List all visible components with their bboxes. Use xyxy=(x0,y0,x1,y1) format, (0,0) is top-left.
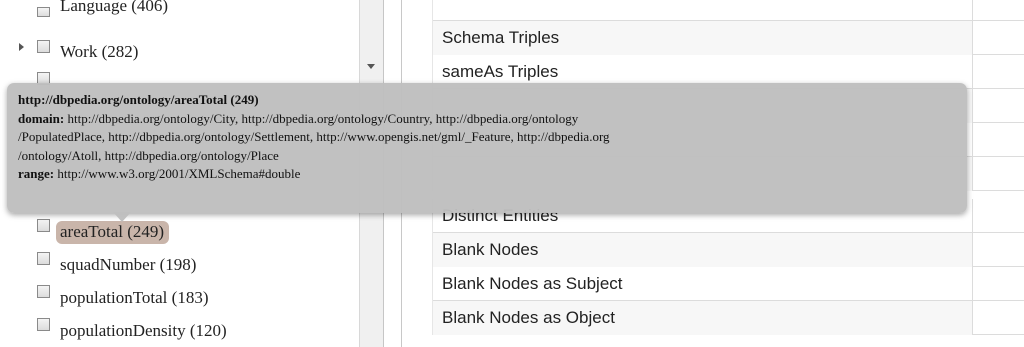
table-row: Schema Triples xyxy=(432,21,1024,55)
checkbox[interactable] xyxy=(37,318,50,331)
tree-item-populationdensity[interactable]: populationDensity (120) xyxy=(0,318,360,344)
tooltip-domain: domain: http://dbpedia.org/ontology/City… xyxy=(18,110,579,126)
tooltip-caret xyxy=(113,212,131,222)
tree-item-work[interactable]: Work (282) xyxy=(0,36,360,62)
tree-item-language[interactable]: Language (406) xyxy=(0,0,360,26)
property-tooltip: http://dbpedia.org/ontology/areaTotal (2… xyxy=(7,83,967,213)
tree-item-label: areaTotal (249) xyxy=(56,221,170,244)
table-cell: Blank Nodes as Object xyxy=(432,301,973,335)
tree-item-label: Language (406) xyxy=(60,0,169,15)
table-row: Blank Nodes as Subject xyxy=(432,267,1024,301)
checkbox[interactable] xyxy=(37,7,50,17)
tooltip-range: range: http://www.w3.org/2001/XMLSchema#… xyxy=(18,166,301,181)
tree-item-label: squadNumber (198) xyxy=(60,255,197,274)
tooltip-title: http://dbpedia.org/ontology/areaTotal (2… xyxy=(18,92,259,107)
table-cell: Blank Nodes xyxy=(432,233,973,267)
tooltip-domain-cont: /ontology/Atoll, http://dbpedia.org/onto… xyxy=(18,147,279,163)
scroll-down-arrow-icon[interactable] xyxy=(367,64,375,69)
table-row xyxy=(432,0,1024,21)
table-cell: Blank Nodes as Subject xyxy=(432,267,973,301)
table-row: Blank Nodes as Object xyxy=(432,301,1024,335)
tree-item-label: populationTotal (183) xyxy=(60,288,209,307)
checkbox[interactable] xyxy=(37,219,50,232)
checkbox[interactable] xyxy=(37,40,50,53)
checkbox[interactable] xyxy=(37,252,50,265)
tree-item-squadnumber[interactable]: squadNumber (198) xyxy=(0,252,360,278)
tree-item-label: populationDensity (120) xyxy=(60,321,227,340)
tree-item-populationtotal[interactable]: populationTotal (183) xyxy=(0,285,360,311)
table-row: Blank Nodes xyxy=(432,233,1024,267)
tooltip-domain-cont: /PopulatedPlace, http://dbpedia.org/onto… xyxy=(18,129,610,144)
checkbox[interactable] xyxy=(37,285,50,298)
tree-item-label: Work (282) xyxy=(60,42,139,61)
tree-item-areatotal[interactable]: areaTotal (249) xyxy=(0,219,360,245)
expand-arrow-icon[interactable] xyxy=(19,43,24,51)
table-cell: Schema Triples xyxy=(432,21,973,55)
